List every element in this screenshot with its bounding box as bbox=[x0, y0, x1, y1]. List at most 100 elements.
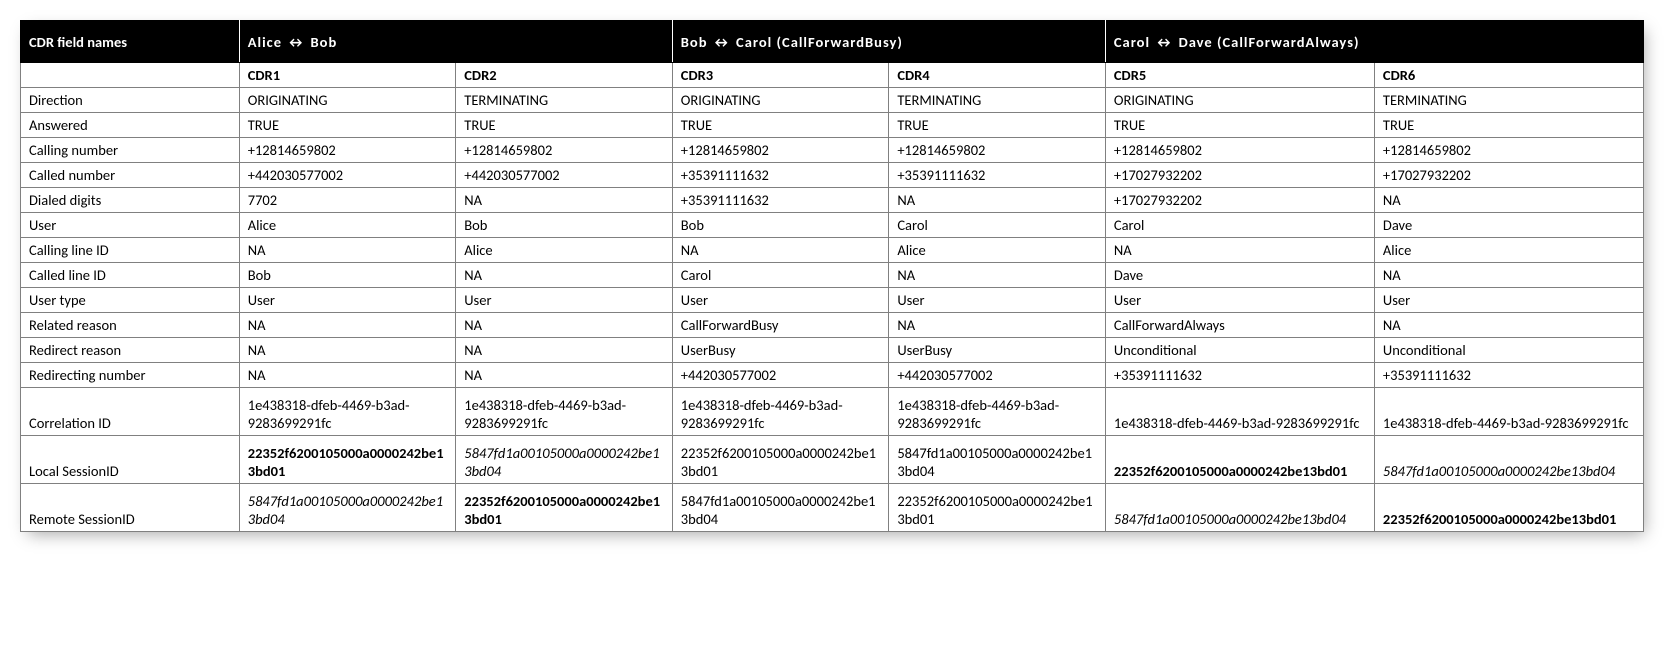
cell-cdr5: CDR5 bbox=[1105, 63, 1374, 88]
cell: User bbox=[889, 288, 1106, 313]
cell: Alice bbox=[239, 213, 456, 238]
cell: Alice bbox=[889, 238, 1106, 263]
cell: Carol bbox=[672, 263, 889, 288]
cell: 22352f6200105000a0000242be13bd01 bbox=[456, 484, 673, 532]
cell: Alice bbox=[1374, 238, 1643, 263]
cell: NA bbox=[239, 363, 456, 388]
row-label: Local SessionID bbox=[21, 436, 240, 484]
cell: ORIGINATING bbox=[672, 88, 889, 113]
cell: TRUE bbox=[1374, 113, 1643, 138]
row-label: Calling line ID bbox=[21, 238, 240, 263]
cell-empty bbox=[21, 63, 240, 88]
row-local-session-id: Local SessionID 22352f6200105000a0000242… bbox=[21, 436, 1644, 484]
cell: 1e438318-dfeb-4469-b3ad-9283699291fc bbox=[1105, 388, 1374, 436]
cell: Alice bbox=[456, 238, 673, 263]
col-group-b: Bob ↔ Carol (CallForwardBusy) bbox=[672, 21, 1105, 63]
col-group-c: Carol ↔ Dave (CallForwardAlways) bbox=[1105, 21, 1643, 63]
cell: NA bbox=[239, 313, 456, 338]
cell: TERMINATING bbox=[456, 88, 673, 113]
cell: TRUE bbox=[456, 113, 673, 138]
row-called-line-id: Called line ID Bob NA Carol NA Dave NA bbox=[21, 263, 1644, 288]
cell: Bob bbox=[672, 213, 889, 238]
cell: +12814659802 bbox=[1374, 138, 1643, 163]
header-row: CDR field names Alice ↔ Bob Bob ↔ Carol … bbox=[21, 21, 1644, 63]
cell: NA bbox=[239, 238, 456, 263]
cell-cdr2: CDR2 bbox=[456, 63, 673, 88]
row-direction: Direction ORIGINATING TERMINATING ORIGIN… bbox=[21, 88, 1644, 113]
cell: ORIGINATING bbox=[239, 88, 456, 113]
row-label: User bbox=[21, 213, 240, 238]
row-label: Redirect reason bbox=[21, 338, 240, 363]
row-remote-session-id: Remote SessionID 5847fd1a00105000a000024… bbox=[21, 484, 1644, 532]
row-redirecting-number: Redirecting number NA NA +442030577002 +… bbox=[21, 363, 1644, 388]
cell: +442030577002 bbox=[889, 363, 1106, 388]
cell: NA bbox=[456, 188, 673, 213]
cell: 22352f6200105000a0000242be13bd01 bbox=[672, 436, 889, 484]
row-label: Direction bbox=[21, 88, 240, 113]
cell: +35391111632 bbox=[672, 163, 889, 188]
col-group-a: Alice ↔ Bob bbox=[239, 21, 672, 63]
cell: Dave bbox=[1105, 263, 1374, 288]
cell: NA bbox=[1374, 313, 1643, 338]
cell: +12814659802 bbox=[1105, 138, 1374, 163]
cell: 1e438318-dfeb-4469-b3ad-9283699291fc bbox=[672, 388, 889, 436]
cell: Bob bbox=[239, 263, 456, 288]
cell: TRUE bbox=[672, 113, 889, 138]
cell: ORIGINATING bbox=[1105, 88, 1374, 113]
row-calling-line-id: Calling line ID NA Alice NA Alice NA Ali… bbox=[21, 238, 1644, 263]
row-label: Redirecting number bbox=[21, 363, 240, 388]
cell: 7702 bbox=[239, 188, 456, 213]
cdr-table-wrap: CDR field names Alice ↔ Bob Bob ↔ Carol … bbox=[20, 20, 1644, 532]
cell: +17027932202 bbox=[1374, 163, 1643, 188]
row-redirect-reason: Redirect reason NA NA UserBusy UserBusy … bbox=[21, 338, 1644, 363]
cell: User bbox=[1374, 288, 1643, 313]
cell: Bob bbox=[456, 213, 673, 238]
cell: NA bbox=[889, 263, 1106, 288]
row-dialed-digits: Dialed digits 7702 NA +35391111632 NA +1… bbox=[21, 188, 1644, 213]
cell: 22352f6200105000a0000242be13bd01 bbox=[239, 436, 456, 484]
cell: UserBusy bbox=[672, 338, 889, 363]
col-field-names: CDR field names bbox=[21, 21, 240, 63]
cell: TRUE bbox=[239, 113, 456, 138]
cell-cdr6: CDR6 bbox=[1374, 63, 1643, 88]
cell: +12814659802 bbox=[672, 138, 889, 163]
cell: +12814659802 bbox=[456, 138, 673, 163]
cell: TRUE bbox=[889, 113, 1106, 138]
cell: +35391111632 bbox=[889, 163, 1106, 188]
row-user: User Alice Bob Bob Carol Carol Dave bbox=[21, 213, 1644, 238]
cell: User bbox=[1105, 288, 1374, 313]
cell-cdr1: CDR1 bbox=[239, 63, 456, 88]
cell: 22352f6200105000a0000242be13bd01 bbox=[1105, 436, 1374, 484]
cell: User bbox=[239, 288, 456, 313]
row-label: Called line ID bbox=[21, 263, 240, 288]
cell: +442030577002 bbox=[672, 363, 889, 388]
row-label: User type bbox=[21, 288, 240, 313]
cell: TRUE bbox=[1105, 113, 1374, 138]
row-calling-number: Calling number +12814659802 +12814659802… bbox=[21, 138, 1644, 163]
row-label: Related reason bbox=[21, 313, 240, 338]
row-related-reason: Related reason NA NA CallForwardBusy NA … bbox=[21, 313, 1644, 338]
cell: Carol bbox=[1105, 213, 1374, 238]
row-correlation-id: Correlation ID 1e438318-dfeb-4469-b3ad-9… bbox=[21, 388, 1644, 436]
cell: +442030577002 bbox=[239, 163, 456, 188]
cell: Unconditional bbox=[1105, 338, 1374, 363]
row-label: Answered bbox=[21, 113, 240, 138]
cell: NA bbox=[456, 263, 673, 288]
cell: +35391111632 bbox=[1105, 363, 1374, 388]
cell: NA bbox=[456, 313, 673, 338]
cell: NA bbox=[1105, 238, 1374, 263]
row-label: Correlation ID bbox=[21, 388, 240, 436]
cell: NA bbox=[456, 363, 673, 388]
row-user-type: User type User User User User User User bbox=[21, 288, 1644, 313]
row-label: Called number bbox=[21, 163, 240, 188]
cell: NA bbox=[1374, 263, 1643, 288]
cell: NA bbox=[672, 238, 889, 263]
cell: 5847fd1a00105000a0000242be13bd04 bbox=[456, 436, 673, 484]
cell: CallForwardBusy bbox=[672, 313, 889, 338]
cell: 1e438318-dfeb-4469-b3ad-9283699291fc bbox=[456, 388, 673, 436]
cdr-table: CDR field names Alice ↔ Bob Bob ↔ Carol … bbox=[20, 20, 1644, 532]
row-answered: Answered TRUE TRUE TRUE TRUE TRUE TRUE bbox=[21, 113, 1644, 138]
cell: +17027932202 bbox=[1105, 188, 1374, 213]
cell: +35391111632 bbox=[672, 188, 889, 213]
cell: CallForwardAlways bbox=[1105, 313, 1374, 338]
